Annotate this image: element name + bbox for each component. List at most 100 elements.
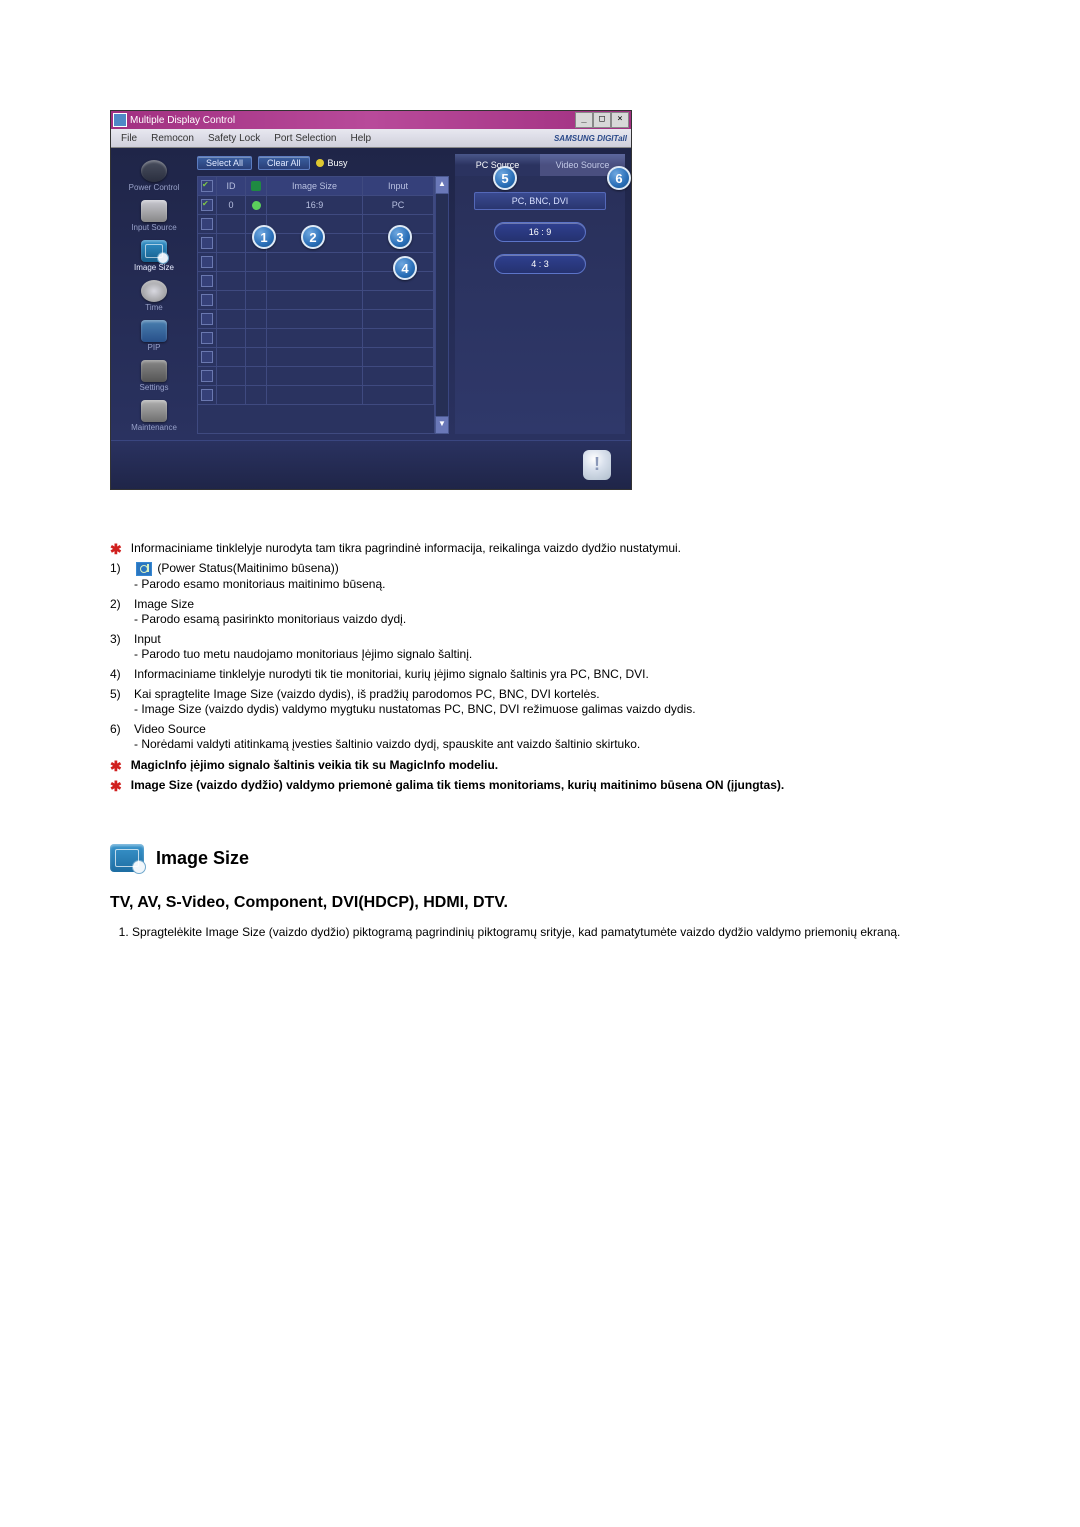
table-row[interactable] [198, 310, 434, 329]
table-row[interactable] [198, 367, 434, 386]
row-image-size [267, 329, 363, 347]
item-title: Kai spragtelite Image Size (vaizdo dydis… [134, 687, 970, 701]
statusbar [111, 440, 631, 489]
item-number: 1) [110, 561, 128, 575]
item-title: Input [134, 632, 970, 646]
window-close-button[interactable]: × [611, 112, 629, 128]
grid-header-row: ID Image Size Input [198, 177, 434, 196]
image-size-icon [110, 844, 144, 872]
checkbox-icon [201, 218, 213, 230]
section-title: Image Size [156, 848, 249, 869]
mode-label: PC, BNC, DVI [474, 192, 606, 210]
grid-scrollbar[interactable]: ▲ ▼ [435, 176, 449, 434]
row-checkbox[interactable] [198, 329, 217, 347]
sidebar-item-label: Time [145, 303, 162, 312]
sidebar-item-settings[interactable]: Settings [117, 354, 191, 394]
row-status [246, 348, 267, 366]
sidebar-item-maintenance[interactable]: Maintenance [117, 394, 191, 434]
row-checkbox[interactable] [198, 310, 217, 328]
sidebar-item-image-size[interactable]: Image Size [117, 234, 191, 274]
table-row[interactable] [198, 386, 434, 405]
row-input [363, 329, 434, 347]
power-icon [141, 160, 167, 182]
table-row[interactable] [198, 329, 434, 348]
sidebar-item-pip[interactable]: PIP [117, 314, 191, 354]
row-checkbox[interactable] [198, 386, 217, 404]
section-subtitle: TV, AV, S-Video, Component, DVI(HDCP), H… [110, 894, 970, 912]
row-checkbox[interactable] [198, 291, 217, 309]
grid-header-input: Input [363, 177, 434, 195]
checkbox-icon [201, 351, 213, 363]
scroll-down-button[interactable]: ▼ [435, 416, 449, 434]
sidebar: Power Control Input Source Image Size Ti… [117, 154, 191, 434]
ratio-4-3-button[interactable]: 4 : 3 [494, 254, 586, 274]
menu-safety-lock[interactable]: Safety Lock [202, 131, 266, 146]
select-all-button[interactable]: Select All [197, 156, 252, 170]
sidebar-item-input-source[interactable]: Input Source [117, 194, 191, 234]
row-id [217, 291, 246, 309]
row-id [217, 386, 246, 404]
item-title: (Power Status(Maitinimo būsena)) [134, 561, 970, 576]
table-row[interactable] [198, 291, 434, 310]
checkbox-icon [201, 199, 213, 211]
display-grid: ID Image Size Input 016:9PC [197, 176, 435, 434]
item-number: 2) [110, 597, 128, 611]
checkbox-icon [201, 313, 213, 325]
ratio-16-9-button[interactable]: 16 : 9 [494, 222, 586, 242]
grid-header-image-size: Image Size [267, 177, 363, 195]
panel-toolbar: Select All Clear All Busy [197, 154, 449, 172]
item-title: Informaciniame tinklelyje nurodyti tik t… [134, 667, 970, 681]
row-checkbox[interactable] [198, 196, 217, 214]
menu-help[interactable]: Help [344, 131, 377, 146]
menu-port-selection[interactable]: Port Selection [268, 131, 342, 146]
row-checkbox[interactable] [198, 348, 217, 366]
grid-header-id: ID [217, 177, 246, 195]
grid-header-check[interactable] [198, 177, 217, 195]
row-input [363, 348, 434, 366]
list-item: 6)Video SourceNorėdami valdyti atitinkam… [110, 722, 970, 751]
checkbox-icon [201, 370, 213, 382]
row-image-size [267, 253, 363, 271]
busy-label: Busy [328, 158, 348, 168]
row-id [217, 348, 246, 366]
table-row[interactable]: 016:9PC [198, 196, 434, 215]
row-checkbox[interactable] [198, 272, 217, 290]
row-checkbox[interactable] [198, 234, 217, 252]
window-minimize-button[interactable]: _ [575, 112, 593, 128]
note-1: MagicInfo įėjimo signalo šaltinis veikia… [131, 757, 498, 774]
item-title: Image Size [134, 597, 970, 611]
item-number: 4) [110, 667, 128, 681]
right-panel: PC Source Video Source PC, BNC, DVI 16 :… [455, 154, 625, 434]
scroll-up-button[interactable]: ▲ [435, 176, 449, 194]
row-checkbox[interactable] [198, 215, 217, 233]
row-id [217, 272, 246, 290]
clear-all-button[interactable]: Clear All [258, 156, 310, 170]
sidebar-item-label: Power Control [129, 183, 180, 192]
asterisk-icon: ✱ [110, 759, 122, 773]
scroll-track[interactable] [435, 194, 449, 416]
row-checkbox[interactable] [198, 253, 217, 271]
numbered-description-list: 1) (Power Status(Maitinimo būsena)) Parod… [110, 561, 970, 751]
row-image-size [267, 272, 363, 290]
window-maximize-button[interactable]: □ [593, 112, 611, 128]
item-title: Video Source [134, 722, 970, 736]
power-status-icon [136, 562, 152, 576]
sidebar-item-time[interactable]: Time [117, 274, 191, 314]
sidebar-item-power-control[interactable]: Power Control [117, 154, 191, 194]
row-status [246, 196, 267, 214]
row-input: PC [363, 196, 434, 214]
row-status [246, 310, 267, 328]
callout-6: 6 [607, 166, 631, 190]
item-sub: Parodo tuo metu naudojamo monitoriaus Įė… [134, 647, 970, 661]
item-number: 3) [110, 632, 128, 646]
list-item: 3) InputParodo tuo metu naudojamo monitor… [110, 632, 970, 661]
menu-file[interactable]: File [115, 131, 143, 146]
row-status [246, 386, 267, 404]
table-row[interactable] [198, 348, 434, 367]
titlebar: Multiple Display Control _ □ × [111, 111, 631, 129]
menu-remocon[interactable]: Remocon [145, 131, 200, 146]
list-item: 4) Informaciniame tinklelyje nurodyti tik… [110, 667, 970, 681]
row-checkbox[interactable] [198, 367, 217, 385]
window-title: Multiple Display Control [130, 115, 235, 126]
row-id: 0 [217, 196, 246, 214]
